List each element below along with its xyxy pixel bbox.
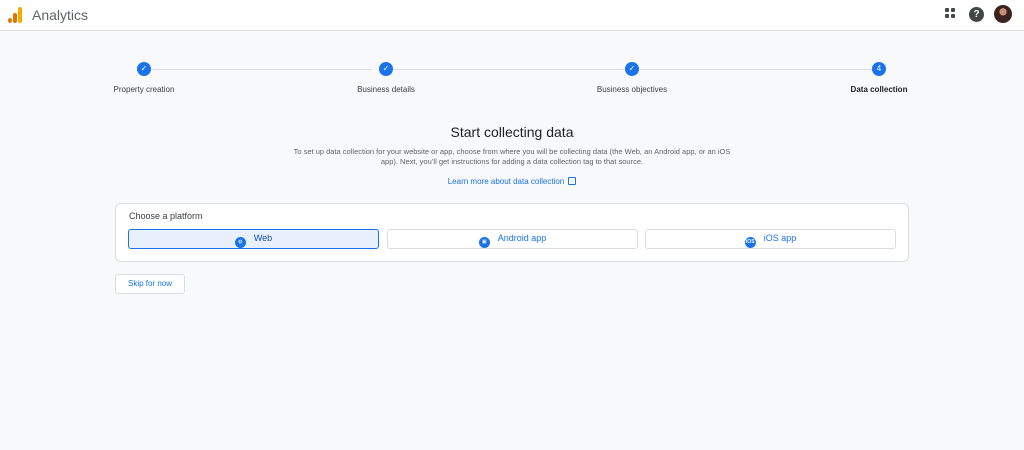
step-label-business-objectives: Business objectives [596,85,668,94]
step-connector [151,69,372,70]
platform-card: Choose a platform ◍ Web ▣ Android app iOS i… [115,203,909,262]
avatar[interactable] [994,5,1012,23]
setup-stepper: ✓ Property creation ✓ Business details ✓… [0,58,1024,98]
open-in-new-icon [568,177,577,185]
analytics-logo-icon[interactable] [8,6,22,23]
step-check-icon: ✓ [379,62,393,76]
step-check-icon: ✓ [137,62,151,76]
step-check-icon: ✓ [625,62,639,76]
platform-label-web: Web [253,233,273,243]
learn-more-link[interactable]: Learn more about data collection [0,177,1024,186]
step-number-indicator: 4 [872,62,886,76]
step-connector [639,69,872,70]
platform-label-android: Android app [497,233,547,243]
globe-icon: ◍ [234,237,246,248]
android-icon: ▣ [478,237,490,248]
ios-icon: iOS [744,237,756,248]
app-title: Analytics [32,7,89,23]
top-app-bar: Analytics ? [0,0,1024,31]
learn-more-label[interactable]: Learn more about data collection [448,177,565,186]
platform-option-android[interactable]: ▣ Android app [387,229,638,249]
step-label-business-details: Business details [357,85,415,94]
skip-for-now-button[interactable]: Skip for now [115,274,185,294]
platform-option-web[interactable]: ◍ Web [128,229,379,249]
step-label-data-collection: Data collection [850,85,908,94]
platform-option-ios[interactable]: iOS iOS app [645,229,896,249]
platform-card-title: Choose a platform [129,211,203,221]
platform-label-ios: iOS app [763,233,797,243]
page-description: To set up data collection for your websi… [293,147,731,166]
step-connector [393,69,625,70]
apps-grid-icon[interactable] [944,7,960,23]
page-title: Start collecting data [450,124,574,140]
help-icon[interactable]: ? [969,7,984,22]
step-label-property-creation: Property creation [113,85,175,94]
